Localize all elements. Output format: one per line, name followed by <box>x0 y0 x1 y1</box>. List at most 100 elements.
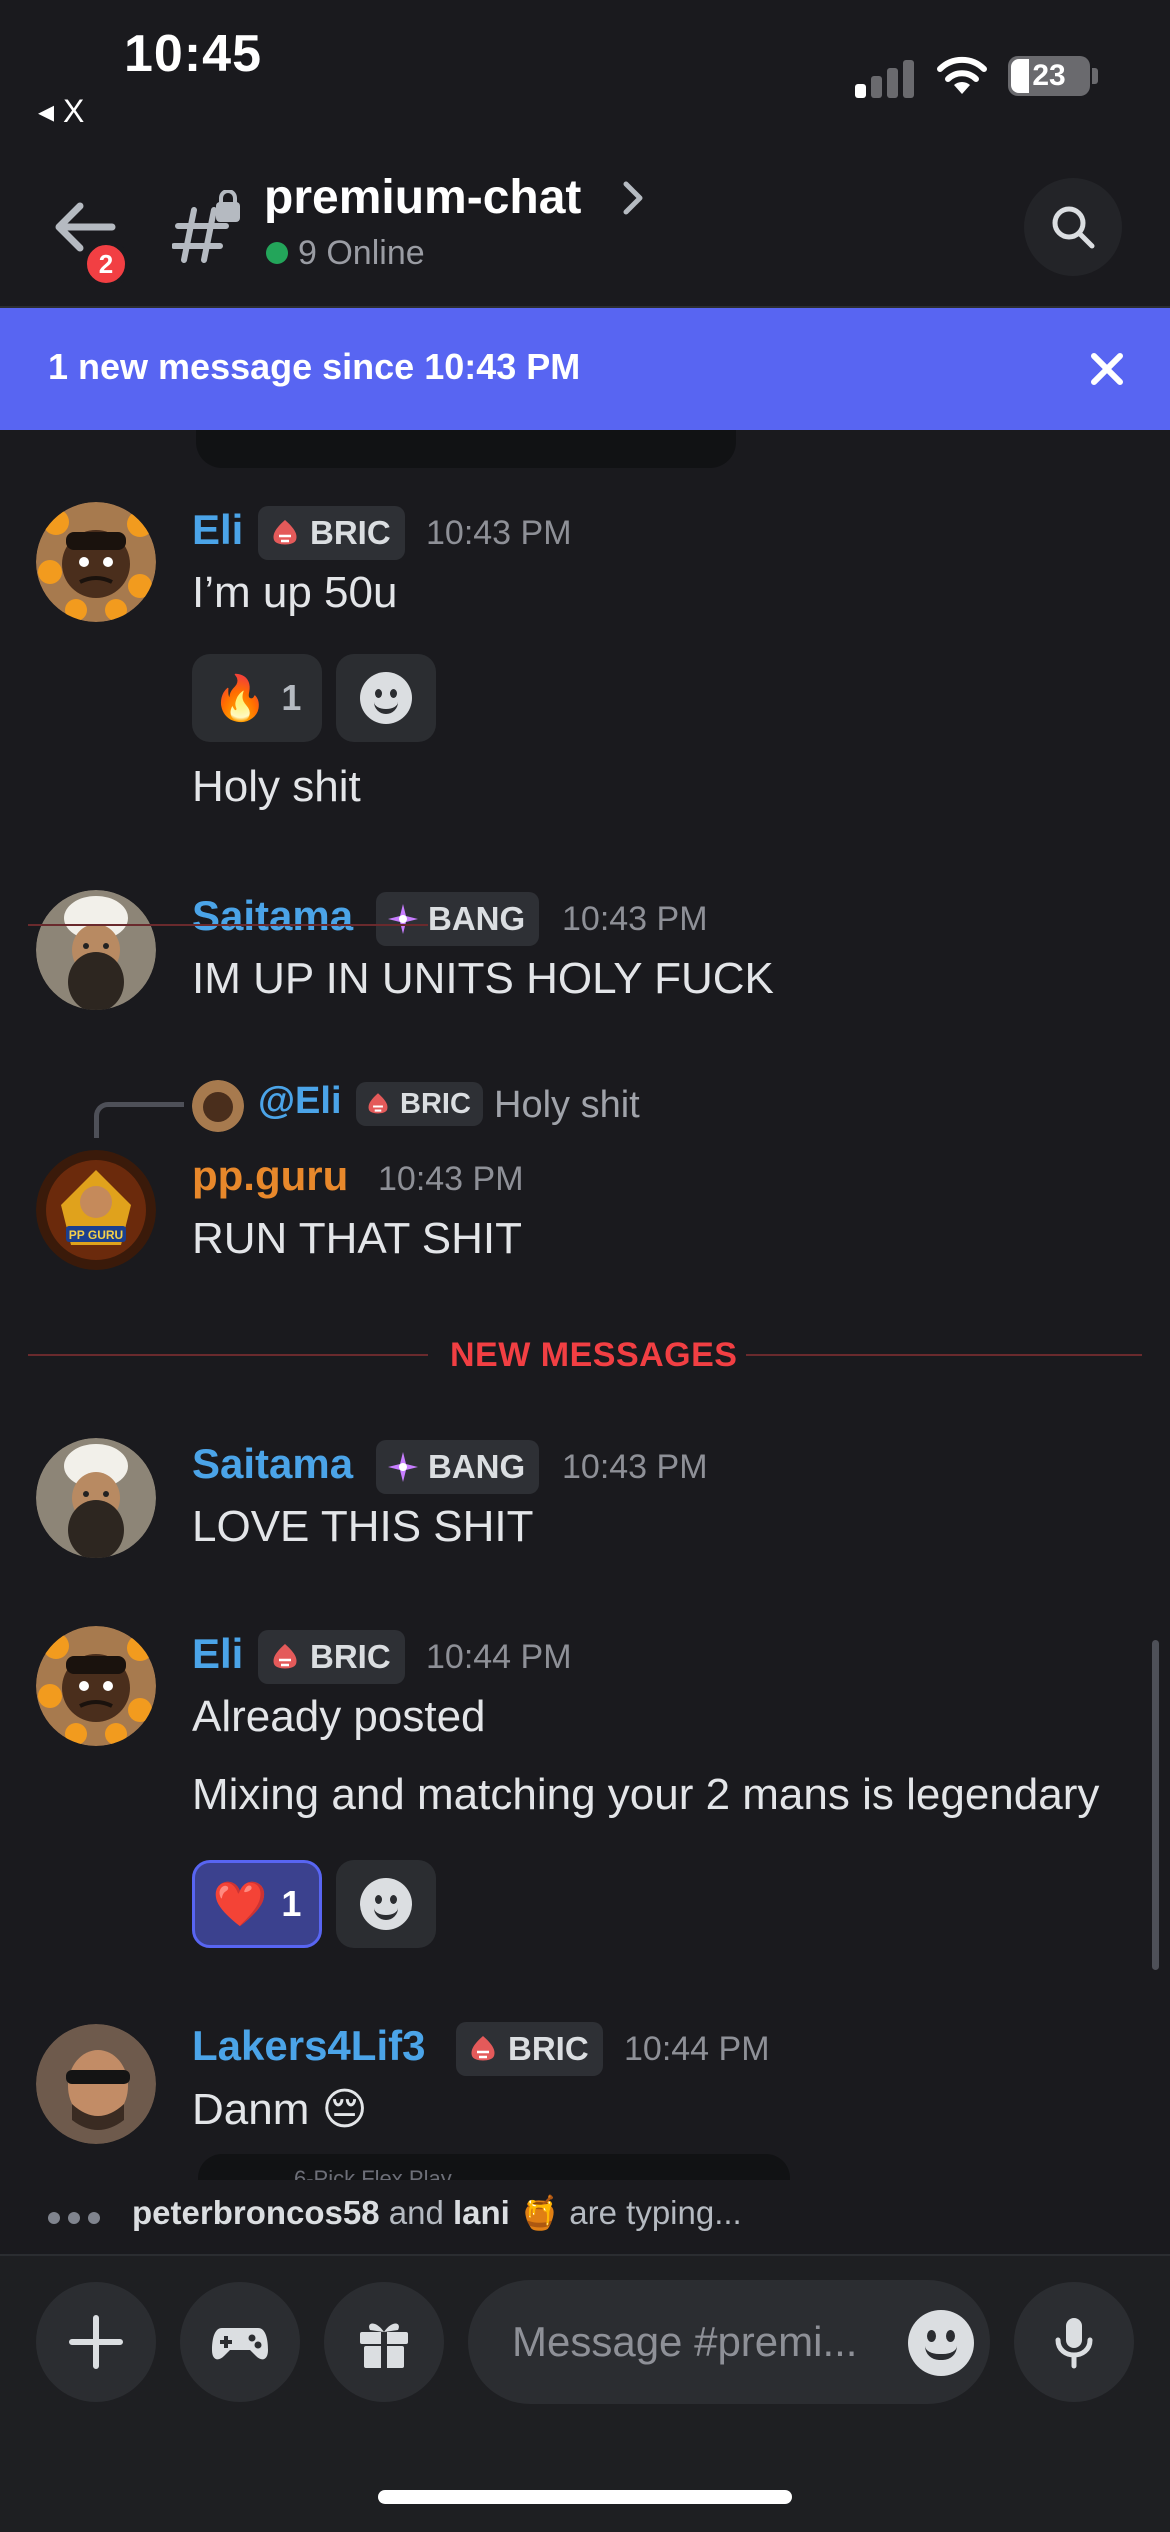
message-text: Already posted <box>192 1692 486 1741</box>
role-tag: BRIC <box>258 1630 405 1684</box>
brick-icon <box>273 520 297 545</box>
chevron-right-icon[interactable] <box>618 176 648 220</box>
typing-indicator: peterbroncos58 and lani 🍯 are typing... <box>0 2180 1170 2250</box>
close-icon[interactable] <box>1086 348 1128 390</box>
voice-message-button[interactable] <box>1014 2282 1134 2402</box>
avatar[interactable] <box>36 1626 156 1746</box>
username[interactable]: Eli <box>192 1630 243 1678</box>
channel-name[interactable]: premium-chat <box>264 170 581 225</box>
username[interactable]: Saitama <box>192 892 353 940</box>
typing-user: peterbroncos58 <box>132 2194 380 2231</box>
timestamp: 10:43 PM <box>426 514 572 552</box>
reaction-emoji: 🔥 <box>212 674 268 723</box>
sparkle-icon <box>388 1452 418 1482</box>
brick-icon <box>471 2036 495 2061</box>
add-attachment-button[interactable] <box>36 2282 156 2402</box>
new-messages-divider-label: NEW MESSAGES <box>450 1336 738 1374</box>
brick-icon <box>273 1644 297 1669</box>
gamepad-icon <box>212 2328 268 2360</box>
username[interactable]: pp.guru <box>192 1152 348 1200</box>
avatar[interactable] <box>36 890 156 1010</box>
reaction-emoji: ❤️ <box>212 1880 268 1929</box>
message-input[interactable]: Message #premi... <box>468 2280 990 2404</box>
message-text: Danm 😔 <box>192 2085 368 2134</box>
svg-text:PP GURU: PP GURU <box>69 1228 123 1242</box>
gift-button[interactable] <box>324 2282 444 2402</box>
typing-joiner: and <box>379 2194 453 2231</box>
add-reaction-button[interactable] <box>336 654 436 742</box>
wifi-icon <box>937 56 987 94</box>
avatar[interactable] <box>36 502 156 622</box>
search-button[interactable] <box>1024 178 1122 276</box>
typing-suffix: are typing... <box>560 2194 742 2231</box>
reaction-fire[interactable]: 🔥 1 <box>192 654 322 742</box>
role-tag-label: BRIC <box>310 1638 391 1675</box>
battery-tip <box>1092 68 1098 84</box>
role-tag: BANG <box>376 1440 540 1494</box>
previous-embed-edge <box>196 430 736 468</box>
emoji-icon <box>360 1878 412 1930</box>
role-tag-label: BANG <box>428 1448 526 1485</box>
sparkle-icon <box>388 904 418 934</box>
status-time: 10:45 <box>124 25 262 83</box>
new-message-banner[interactable]: 1 new message since 10:43 PM <box>0 308 1170 430</box>
role-tag: BRIC <box>456 2022 603 2076</box>
avatar[interactable]: PP GURU <box>36 1150 156 1270</box>
search-icon <box>1052 206 1095 249</box>
role-tag-label: BRIC <box>310 514 391 551</box>
typing-text: peterbroncos58 and lani 🍯 are typing... <box>132 2194 742 2233</box>
reply-username[interactable]: @Eli <box>258 1080 342 1123</box>
message-text: IM UP IN UNITS HOLY FUCK <box>192 954 774 1003</box>
plus-icon <box>69 2315 123 2369</box>
message-list[interactable]: Eli BRIC 10:43 PM I’m up 50u 🔥 1 Holy sh… <box>0 430 1170 2180</box>
scrollbar[interactable] <box>1152 1640 1159 1970</box>
message-text: LOVE THIS SHIT <box>192 1502 534 1551</box>
message-text: RUN THAT SHIT <box>192 1214 523 1263</box>
online-count: 9 Online <box>298 234 425 272</box>
username[interactable]: Lakers4Lif3 <box>192 2022 425 2070</box>
typing-emoji: 🍯 <box>519 2194 561 2231</box>
status-bar: 10:45 ◂ X 23 <box>0 0 1170 150</box>
avatar[interactable] <box>36 2024 156 2144</box>
role-tag-label: BANG <box>428 900 526 937</box>
role-tag: BANG <box>376 892 540 946</box>
microphone-icon <box>1055 2318 1093 2369</box>
online-status-dot <box>266 242 288 264</box>
reply-preview-text[interactable]: Holy shit <box>494 1084 640 1127</box>
username[interactable]: Saitama <box>192 1440 353 1488</box>
reply-avatar <box>192 1080 244 1132</box>
add-reaction-button[interactable] <box>336 1860 436 1948</box>
reaction-heart[interactable]: ❤️ 1 <box>192 1860 322 1948</box>
timestamp: 10:44 PM <box>624 2030 770 2068</box>
channel-header: 2 premium-chat 9 Online <box>0 150 1170 306</box>
brick-icon <box>368 1093 388 1114</box>
role-tag-label: BRIC <box>400 1087 471 1120</box>
typing-user: lani <box>453 2194 510 2231</box>
avatar[interactable] <box>36 1438 156 1558</box>
role-tag-label: BRIC <box>508 2030 589 2067</box>
new-messages-divider-left <box>28 1354 428 1356</box>
new-messages-divider-left <box>28 924 428 926</box>
timestamp: 10:43 PM <box>378 1160 524 1198</box>
timestamp: 10:43 PM <box>562 900 708 938</box>
typing-dots-icon <box>48 2212 100 2224</box>
return-to-app-link[interactable]: ◂ X <box>38 92 84 130</box>
timestamp: 10:44 PM <box>426 1638 572 1676</box>
username[interactable]: Eli <box>192 506 243 554</box>
home-indicator[interactable] <box>378 2490 792 2504</box>
message-text: Holy shit <box>192 762 361 811</box>
activities-button[interactable] <box>180 2282 300 2402</box>
timestamp: 10:43 PM <box>562 1448 708 1486</box>
embed-preview-text: 6-Pick Flex Play <box>294 2166 452 2180</box>
gift-icon <box>360 2323 408 2368</box>
emoji-picker-icon[interactable] <box>908 2310 974 2376</box>
reply-role-tag: BRIC <box>356 1082 483 1126</box>
locked-channel-hash-icon <box>172 190 240 263</box>
reaction-count: 1 <box>281 677 302 718</box>
embed-preview[interactable]: 6-Pick Flex Play <box>198 2154 790 2180</box>
battery-icon: 23 <box>1008 56 1090 96</box>
cellular-signal-icon <box>855 58 915 98</box>
message-input-placeholder: Message #premi... <box>512 2318 858 2365</box>
message-text: I’m up 50u <box>192 568 398 617</box>
unread-badge: 2 <box>82 240 130 288</box>
